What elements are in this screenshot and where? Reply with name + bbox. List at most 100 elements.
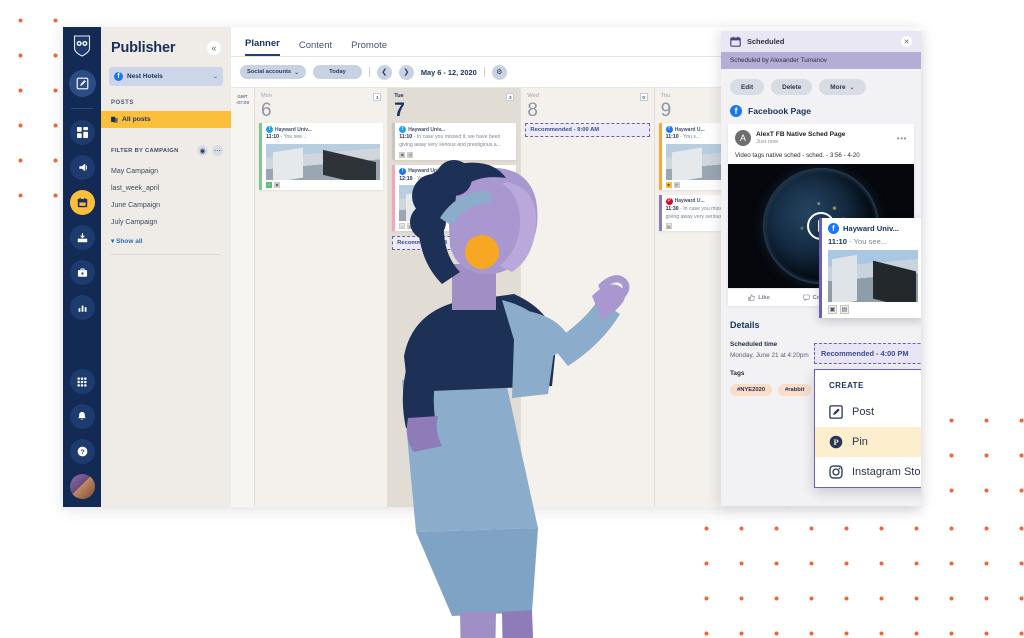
page-title: Publisher: [111, 40, 176, 56]
post-body-text: Video tags native sched - sched. - 3:56 …: [735, 152, 860, 159]
edit-button[interactable]: Edit: [730, 79, 765, 95]
delete-button[interactable]: Delete: [771, 79, 813, 95]
sidebar-item-help[interactable]: ?: [69, 439, 95, 464]
day-slots: Recommended - 9:00 AM: [525, 120, 650, 137]
post-text: - In case you missed it, we have been gi…: [399, 134, 501, 148]
posts-icon: [111, 116, 118, 123]
recommended-slot[interactable]: Recommended - 9:00 AM: [525, 123, 650, 137]
sidebar-title-row: Publisher «: [101, 37, 231, 56]
day-name: Thu: [660, 93, 671, 99]
more-button[interactable]: More ⌄: [819, 79, 866, 95]
tag-chip[interactable]: #NYE2020: [730, 384, 773, 396]
divider: [111, 254, 221, 255]
tag-chip[interactable]: #rabbit: [778, 384, 812, 396]
owl-logo-icon[interactable]: [72, 35, 92, 57]
pinterest-icon: P: [665, 197, 673, 205]
sidebar-item-apps[interactable]: [69, 369, 95, 394]
gear-icon[interactable]: ⚙: [491, 64, 507, 80]
sidebar-item-inbox[interactable]: [69, 225, 95, 250]
tab-content[interactable]: Content: [299, 40, 332, 56]
post-account: Hayward Univ...: [275, 126, 312, 133]
sidebar-item-all-posts[interactable]: All posts: [101, 111, 231, 128]
sidebar-item-notifications[interactable]: [69, 404, 95, 429]
compose-post-icon: [829, 405, 843, 419]
compose-icon: [76, 77, 88, 90]
day-post-count: 0: [639, 93, 648, 101]
publisher-sidebar: Publisher « f Nest Hotels ⌄ POSTS All po…: [101, 27, 231, 507]
create-menu-item-label: Post: [852, 406, 875, 418]
sidebar-item-engage[interactable]: [69, 155, 95, 180]
post-account: Hayward Univ...: [408, 126, 446, 133]
post-time: 11:10: [665, 134, 679, 140]
sidebar-item-campaigns[interactable]: [69, 260, 95, 285]
like-label: Like: [758, 294, 770, 301]
detail-panel-title: Scheduled: [747, 37, 785, 46]
facebook-icon: f: [730, 105, 742, 117]
hover-preview-text: 11:10 - You see...: [828, 237, 918, 246]
post-account: Hayward U...: [674, 198, 705, 205]
next-week-button[interactable]: ❯: [398, 64, 414, 80]
tab-planner[interactable]: Planner: [245, 38, 280, 56]
page-identity: AlexT FB Native Sched Page Just now: [756, 131, 845, 145]
hover-preview-thumbnail: [828, 250, 918, 302]
close-icon[interactable]: ✕: [901, 36, 912, 47]
day-name: Tue: [394, 93, 404, 99]
facebook-icon: f: [828, 223, 839, 234]
day-name: Wed: [527, 93, 539, 99]
day-number: 7: [394, 100, 405, 121]
campaign-item[interactable]: May Campaign: [101, 163, 231, 180]
svg-text:P: P: [833, 438, 838, 447]
social-accounts-filter[interactable]: Social accounts ⌄: [240, 65, 307, 79]
image-icon: ▤: [407, 151, 414, 158]
create-menu-item-post[interactable]: Post: [815, 397, 921, 427]
account-selector[interactable]: f Nest Hotels ⌄: [109, 67, 223, 86]
post-preview-header: A AlexT FB Native Sched Page Just now ••…: [728, 124, 914, 150]
day-header: Wed 8 0: [525, 88, 649, 120]
create-menu-title: CREATE: [829, 381, 864, 390]
post-badges: ▣ ▤: [399, 151, 513, 158]
calendar-icon: [77, 197, 87, 208]
timezone-line2: -07:00: [235, 100, 250, 106]
screenshot-stage: ? Publisher « f Nest Hotels ⌄ POSTS All …: [0, 0, 1024, 638]
create-menu-item-instagram-story[interactable]: Instagram Story: [815, 457, 921, 487]
ellipsis-icon[interactable]: •••: [897, 134, 907, 143]
ellipsis-icon[interactable]: ⋯: [212, 145, 223, 156]
post-time: 11:30: [665, 205, 679, 212]
post-card[interactable]: t Hayward Univ... 11:10 - In case you mi…: [392, 123, 517, 160]
campaign-item[interactable]: last_week_april: [101, 180, 231, 197]
prev-week-button[interactable]: ❮: [376, 64, 392, 80]
pin-icon: ◆: [665, 181, 672, 188]
post-time: 11:10: [399, 134, 413, 140]
today-button[interactable]: Today: [313, 65, 362, 79]
post-preview-text: 11:10 - You see...: [266, 134, 380, 142]
detail-panel-actions: Edit Delete More ⌄: [721, 69, 921, 104]
chevron-down-icon: ⌄: [849, 84, 855, 91]
detail-panel-header: Scheduled ✕: [721, 31, 921, 52]
recommended-slot-highlighted[interactable]: Recommended - 4:00 PM: [814, 343, 921, 364]
show-all-campaigns-link[interactable]: ▾ Show all: [101, 231, 231, 245]
image-icon: ▣: [274, 181, 280, 188]
sidebar-item-dashboards[interactable]: [69, 120, 95, 145]
bell-icon: [78, 411, 86, 420]
calendar-icon: [730, 36, 741, 47]
sidebar-item-publisher[interactable]: [69, 190, 95, 215]
campaign-item[interactable]: July Campaign: [101, 214, 231, 231]
tab-promote[interactable]: Promote: [351, 40, 387, 56]
thumbs-up-icon: [748, 294, 755, 301]
question-mark-icon: ?: [77, 446, 87, 457]
collapse-sidebar-button[interactable]: «: [207, 41, 221, 55]
like-button[interactable]: Like: [728, 289, 790, 306]
sidebar-item-compose[interactable]: [68, 70, 96, 97]
create-menu-item-label: Instagram Story: [852, 466, 921, 478]
social-accounts-label: Social accounts: [247, 69, 292, 75]
target-icon[interactable]: ◉: [197, 145, 208, 156]
sidebar-item-analytics[interactable]: [69, 295, 95, 320]
avatar[interactable]: [69, 474, 95, 499]
post-hover-preview[interactable]: f Hayward Univ... 11:10 - You see... ▣ ▤: [819, 218, 921, 318]
create-menu-item-pin[interactable]: P Pin: [815, 427, 921, 457]
facebook-icon: f: [665, 126, 673, 133]
filter-by-campaign-header: FILTER BY CAMPAIGN ◉ ⋯: [101, 128, 231, 163]
create-menu-item-label: Pin: [852, 436, 868, 448]
hover-preview-caption: - You see...: [847, 237, 888, 246]
campaign-item[interactable]: June Campaign: [101, 197, 231, 214]
